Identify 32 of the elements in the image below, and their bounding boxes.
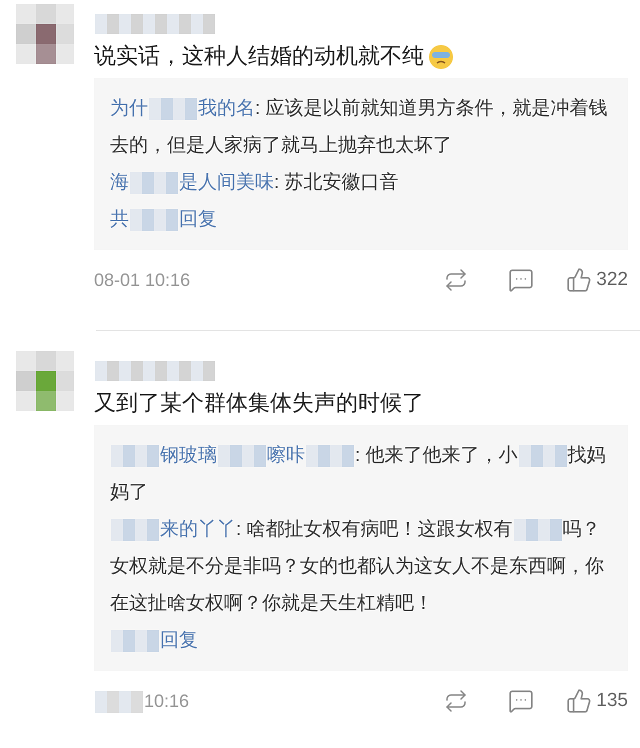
more-replies-link[interactable]: 共 回复	[110, 201, 612, 238]
mosaic-block	[130, 172, 178, 194]
more-replies-link[interactable]: 回复	[110, 622, 612, 659]
mosaic-block	[306, 444, 354, 467]
repost-icon[interactable]	[444, 689, 468, 713]
mosaic-block	[149, 98, 197, 120]
comment-time: 10:16	[94, 688, 190, 714]
mosaic-block	[514, 518, 562, 541]
like-icon[interactable]	[566, 267, 592, 293]
reply-text: 来的丫丫: 啥都扯女权有病吧！这跟女权有 吗？女权就是不分是非吗？女的也都认为这女人不是东西啊，你在这扯啥女权啊？你就是天生杠精吧！	[110, 518, 605, 616]
mosaic-block	[518, 444, 567, 467]
reply-text: 钢玻璃 嚓咔 : 他来了他来了，小 找妈妈了	[110, 444, 607, 505]
reply-text: 为什 我的名: 应该是以前就知道男方条件，就是冲着钱去的，但是人家病了就马上抛弃也太坏了	[110, 96, 609, 158]
mosaic-block	[218, 444, 266, 467]
mosaic-block	[111, 518, 159, 541]
like-count: 322	[596, 268, 628, 292]
like-count: 135	[596, 688, 628, 713]
comment-icon[interactable]	[508, 688, 534, 714]
like-icon[interactable]	[566, 688, 592, 714]
mosaic-block	[111, 630, 159, 652]
comment-icon[interactable]	[508, 267, 534, 293]
mosaic-block	[95, 690, 143, 713]
face-icon	[428, 44, 454, 70]
avatar[interactable]	[16, 4, 74, 64]
comment-time: 08-01 10:16	[94, 268, 190, 292]
avatar[interactable]	[16, 351, 74, 411]
mosaic-block	[130, 208, 178, 231]
comment-text: 说实话，这种人结婚的动机就不纯	[94, 34, 632, 78]
reply-text: 海 是人间美味: 苏北安徽口音	[110, 170, 400, 196]
mosaic-block	[111, 444, 159, 467]
repost-icon[interactable]	[444, 268, 468, 292]
comment-text: 又到了某个群体集体失声的时候了	[94, 389, 425, 417]
